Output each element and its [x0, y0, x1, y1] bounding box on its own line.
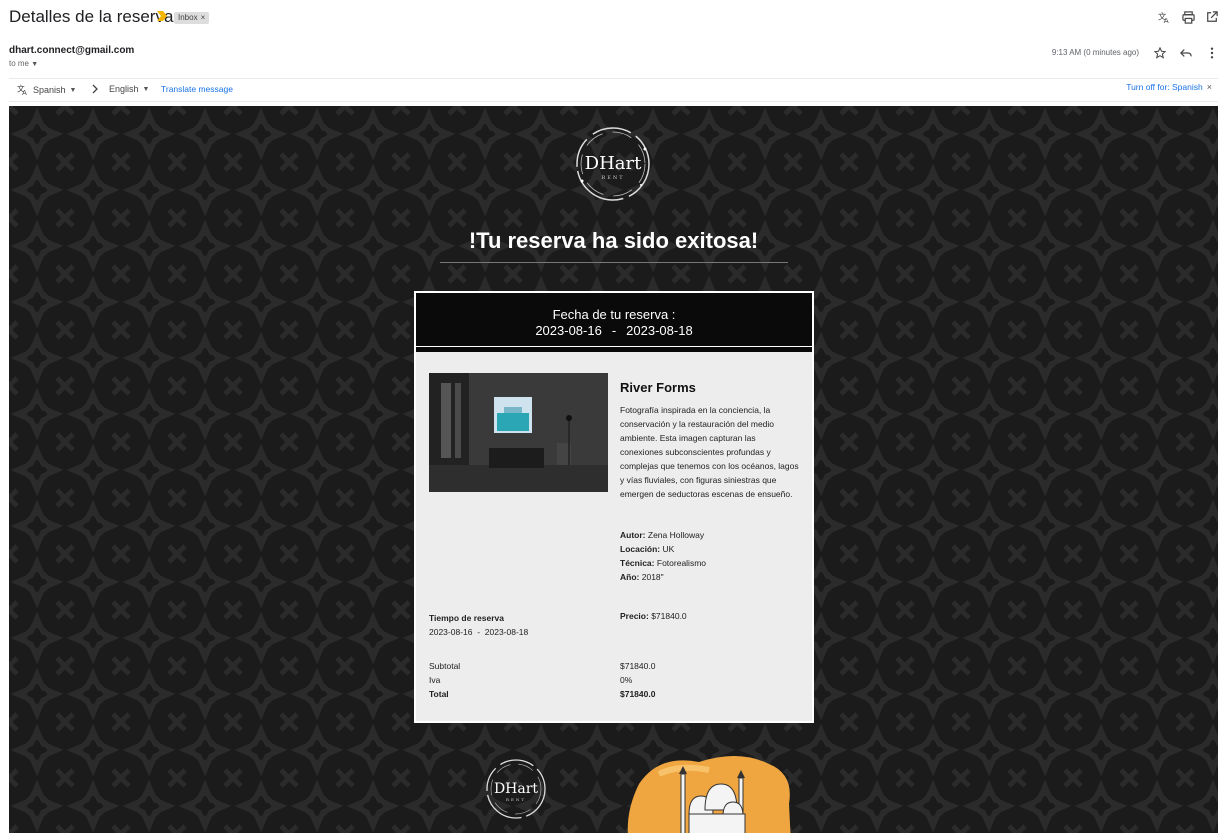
artwork-location: Locación: UK — [620, 542, 706, 556]
inbox-label-text: Inbox — [178, 13, 198, 22]
footer-logo-subtext: RENT — [506, 797, 526, 802]
translate-icon: 文A — [17, 84, 27, 96]
chevron-right-icon — [91, 84, 99, 94]
chevron-down-icon: ▼ — [142, 85, 150, 93]
inbox-label-chip[interactable]: Inbox × — [174, 12, 210, 24]
iva-label: Iva — [429, 675, 441, 685]
booking-date-range: 2023-08-16-2023-08-18 — [416, 323, 812, 338]
reply-icon[interactable] — [1179, 46, 1193, 60]
location-value: UK — [662, 544, 675, 554]
subtotal-label: Subtotal — [429, 661, 461, 671]
header-underline — [416, 346, 812, 347]
mosque-illustration — [627, 755, 791, 833]
technique-label: Técnica: — [620, 558, 655, 568]
booking-period: Tiempo de reserva 2023-08-16 - 2023-08-1… — [429, 611, 528, 639]
divider — [440, 262, 788, 263]
booking-end-date: 2023-08-18 — [626, 323, 693, 338]
artwork-technique: Técnica: Fotorealismo — [620, 556, 706, 570]
svg-text:A: A — [1163, 16, 1168, 24]
booking-date-header: Fecha de tu reserva : 2023-08-16-2023-08… — [416, 293, 812, 352]
location-label: Locación: — [620, 544, 661, 554]
remove-label-icon[interactable]: × — [201, 13, 206, 22]
footer-dhart-logo: DHart RENT — [483, 756, 549, 822]
importance-marker-icon[interactable] — [157, 11, 167, 21]
totals-labels: Subtotal Iva Total — [429, 659, 460, 701]
open-in-new-window-icon[interactable] — [1205, 10, 1219, 24]
turn-off-translation[interactable]: Turn off for: Spanish × — [1126, 82, 1212, 92]
received-time: 9:13 AM (0 minutes ago) — [1051, 48, 1139, 57]
subject-bar: Detalles de la reserva Inbox × 文A — [0, 0, 1227, 36]
source-language-select[interactable]: 文A Spanish ▼ — [17, 84, 76, 96]
recipient-details[interactable]: to me ▼ — [9, 59, 134, 68]
year-value: 2018" — [641, 572, 664, 582]
artwork-author: Autor: Zena Holloway — [620, 528, 706, 542]
date-separator: - — [611, 323, 617, 338]
artwork-title: River Forms — [620, 380, 696, 395]
author-value: Zena Holloway — [647, 530, 705, 540]
svg-text:A: A — [22, 89, 27, 96]
booking-date-label: Fecha de tu reserva : — [552, 307, 676, 322]
logo-subtext: RENT — [601, 175, 624, 181]
booking-period-value: 2023-08-16 - 2023-08-18 — [429, 627, 529, 637]
chevron-down-icon: ▼ — [69, 86, 77, 94]
footer-logo-text: DHart — [494, 781, 538, 797]
year-label: Año: — [620, 572, 640, 582]
translate-message-link[interactable]: Translate message — [161, 84, 233, 94]
artwork-photo — [429, 373, 608, 492]
email-body: DHart RENT !Tu reserva ha sido exitosa! … — [9, 106, 1218, 833]
dhart-logo: DHart RENT — [571, 123, 655, 205]
booking-period-label: Tiempo de reserva — [429, 613, 504, 623]
turn-off-translation-link[interactable]: Turn off for: Spanish — [1126, 82, 1203, 92]
technique-value: Fotorealismo — [656, 558, 707, 568]
translate-bar: 文A Spanish ▼ English ▼ Translate message… — [9, 78, 1218, 102]
recipient-label: to me — [9, 59, 30, 68]
email-subject: Detalles de la reserva — [9, 7, 174, 26]
total-label: Total — [429, 689, 449, 699]
translate-icon[interactable]: 文A — [1157, 10, 1171, 24]
artwork-meta: Autor: Zena Holloway Locación: UK Técnic… — [620, 528, 706, 584]
price-value: $71840.0 — [651, 611, 687, 621]
iva-value: 0% — [620, 675, 633, 685]
artwork-description: Fotografía inspirada en la conciencia, l… — [620, 405, 799, 499]
price-label: Precio: — [620, 611, 649, 621]
print-icon[interactable] — [1181, 10, 1195, 24]
success-headline: !Tu reserva ha sido exitosa! — [468, 228, 759, 253]
close-icon[interactable]: × — [1207, 82, 1212, 92]
author-label: Autor: — [620, 530, 646, 540]
target-language-select[interactable]: English ▼ — [109, 84, 149, 94]
totals-values: $71840.0 0% $71840.0 — [620, 659, 655, 701]
more-options-icon[interactable] — [1205, 46, 1219, 60]
artwork-year: Año: 2018" — [620, 570, 706, 584]
booking-card: Fecha de tu reserva : 2023-08-16-2023-08… — [414, 291, 814, 723]
source-language-label: Spanish — [33, 85, 66, 95]
sender-info: dhart.connect@gmail.com to me ▼ — [9, 45, 134, 68]
sender-email[interactable]: dhart.connect@gmail.com — [9, 45, 134, 56]
star-icon[interactable] — [1153, 46, 1167, 60]
booking-start-date: 2023-08-16 — [535, 323, 602, 338]
subtotal-value: $71840.0 — [620, 661, 656, 671]
target-language-label: English — [109, 84, 139, 94]
total-value: $71840.0 — [620, 689, 656, 699]
chevron-down-icon[interactable]: ▼ — [31, 61, 38, 68]
price: Precio: $71840.0 — [620, 611, 687, 621]
logo-text: DHart — [585, 153, 642, 174]
